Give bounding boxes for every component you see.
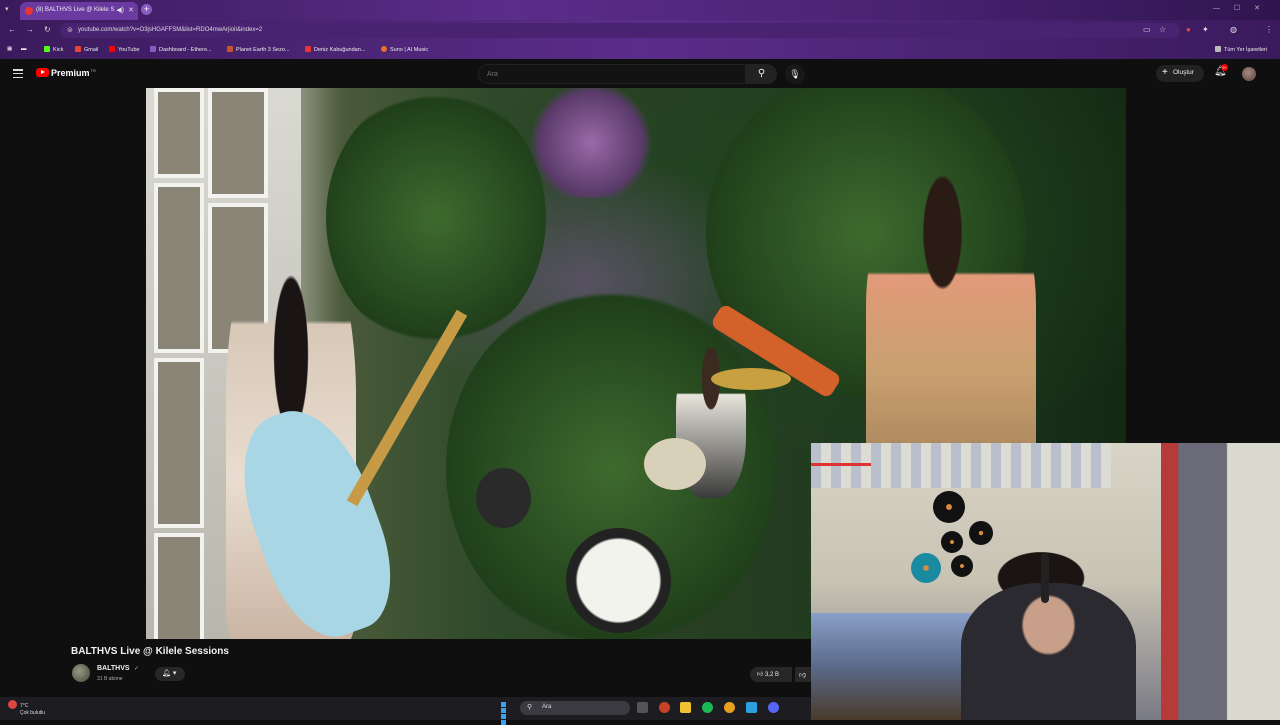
search-button[interactable]: ⚲ [746,64,777,84]
bookmark-suno[interactable]: Suno | AI Music [381,46,428,53]
browser-tab-bar: ▾ (8) BALTHVS Live @ Kilele S ◀) ✕ + —☐✕ [0,0,1280,20]
apps-icon[interactable]: ▦ [7,46,12,52]
windows-start-button[interactable] [501,702,512,725]
verified-icon: ✓ [134,666,140,672]
window-pane [154,88,204,178]
file-explorer-icon[interactable] [680,702,691,713]
youtube-premium-logo[interactable]: PremiumTR [36,68,96,80]
app-icon[interactable] [659,702,670,713]
tom-drum [644,438,706,490]
cast-icon[interactable]: ▭ [1143,25,1151,34]
like-button[interactable]: 👍︎ 3,2 B [750,667,792,682]
youtube-play-icon [36,68,49,77]
bass-drum [566,528,671,633]
all-bookmarks[interactable]: Tüm Yer İşaretleri [1215,46,1267,53]
webcam-overlay [811,443,1280,720]
video-title: BALTHVS Live @ Kilele Sessions [71,646,229,657]
streamer [961,583,1136,720]
reload-icon[interactable]: ↻ [44,25,51,34]
mural [526,88,656,198]
foliage [326,88,546,348]
subscription-bell-button[interactable]: 🔔︎ ▾ [155,667,185,681]
bookmark-dashboard[interactable]: Dashboard - Ethere... [150,46,212,53]
thumbs-down-icon: 👎︎ [799,672,807,679]
profile-icon[interactable]: ◍ [1230,25,1237,34]
microphone-icon: 🎙︎ [789,69,801,79]
discord-icon[interactable] [768,702,779,713]
channel-avatar[interactable] [72,664,90,682]
browser-toolbar: ← → ↻ ⊜ youtube.com/watch?v=O3jsHGAFFSM&… [0,20,1280,41]
extensions-puzzle-icon[interactable]: ✦ [1202,25,1209,34]
url-text: youtube.com/watch?v=O3jsHGAFFSM&list=RDO… [78,27,263,33]
tab-close-icon[interactable]: ✕ [128,6,134,14]
taskbar-search[interactable]: ⚲ Ara [520,701,630,715]
thumbs-up-icon: 👍︎ [757,672,764,678]
tab-search-icon[interactable]: ▾ [5,5,9,13]
window-pane [154,358,204,528]
vinyl-record [951,555,973,577]
extension-icon[interactable]: ● [1186,25,1191,34]
account-avatar[interactable] [1242,67,1256,81]
browser-menu-icon[interactable]: ⋮ [1265,25,1273,34]
weather-icon [8,700,17,709]
search-input[interactable] [478,64,746,84]
channel-name[interactable]: BALTHVS [97,665,130,672]
new-tab-button[interactable]: + [141,4,152,15]
weather-widget[interactable]: 7°C Çok bulutlu [8,700,45,717]
spotify-icon[interactable] [702,702,713,713]
chrome-icon[interactable] [724,702,735,713]
bookmark-deniz[interactable]: Deniz Kabuğundan... [305,46,365,53]
curtain-window [1161,443,1280,720]
chevron-down-icon: ▾ [172,670,177,677]
plus-icon: + [1162,67,1168,78]
bell-icon: 🔔︎ [162,670,171,677]
bookmark-kick[interactable]: Kick [44,46,63,53]
window-pane [154,533,204,639]
search-icon: ⚲ [757,68,766,79]
address-bar[interactable]: ⊜ youtube.com/watch?v=O3jsHGAFFSM&list=R… [60,23,1180,38]
subscriber-count: 31 B abone [97,676,123,682]
dislike-button[interactable]: 👎︎ [795,667,811,682]
bookmark-star-icon[interactable]: ☆ [1159,25,1166,34]
vinyl-record [941,531,963,553]
bookmark-planet-earth[interactable]: Planet Earth 3 Sezo... [227,46,290,53]
create-button[interactable]: + Oluştur [1156,65,1204,82]
task-view-icon[interactable] [637,702,648,713]
bookmarks-bar: ▦ ▬ Kick Gmail YouTube Dashboard - Ether… [0,41,1280,59]
window-pane [154,183,204,353]
bookmark-youtube[interactable]: YouTube [109,46,140,53]
window-controls[interactable]: —☐✕ [1213,4,1274,12]
vinyl-record [969,521,993,545]
browser-tab[interactable]: (8) BALTHVS Live @ Kilele S ◀) ✕ [20,2,138,20]
hamburger-menu-icon[interactable] [13,69,23,79]
tab-title: (8) BALTHVS Live @ Kilele S [36,7,115,13]
floor-tom [476,468,531,528]
window-pane [208,88,268,198]
wall-tape [811,463,871,466]
bookmark-gmail[interactable]: Gmail [75,46,98,53]
telegram-icon[interactable] [746,702,757,713]
cymbal [711,368,791,390]
site-info-icon[interactable]: ⊜ [67,26,73,34]
voice-search-button[interactable]: 🎙︎ [785,64,805,84]
back-icon[interactable]: ← [8,25,16,34]
notification-badge: 9+ [1221,64,1228,71]
search-icon: ⚲ [527,704,533,711]
bookmark-folder-icon[interactable]: ▬ [21,46,27,52]
headphones [1041,553,1049,603]
forward-icon[interactable]: → [26,25,34,34]
tab-audio-icon[interactable]: ◀) [116,6,124,14]
youtube-favicon-icon [25,7,33,15]
vinyl-record [933,491,965,523]
vinyl-record [911,553,941,583]
